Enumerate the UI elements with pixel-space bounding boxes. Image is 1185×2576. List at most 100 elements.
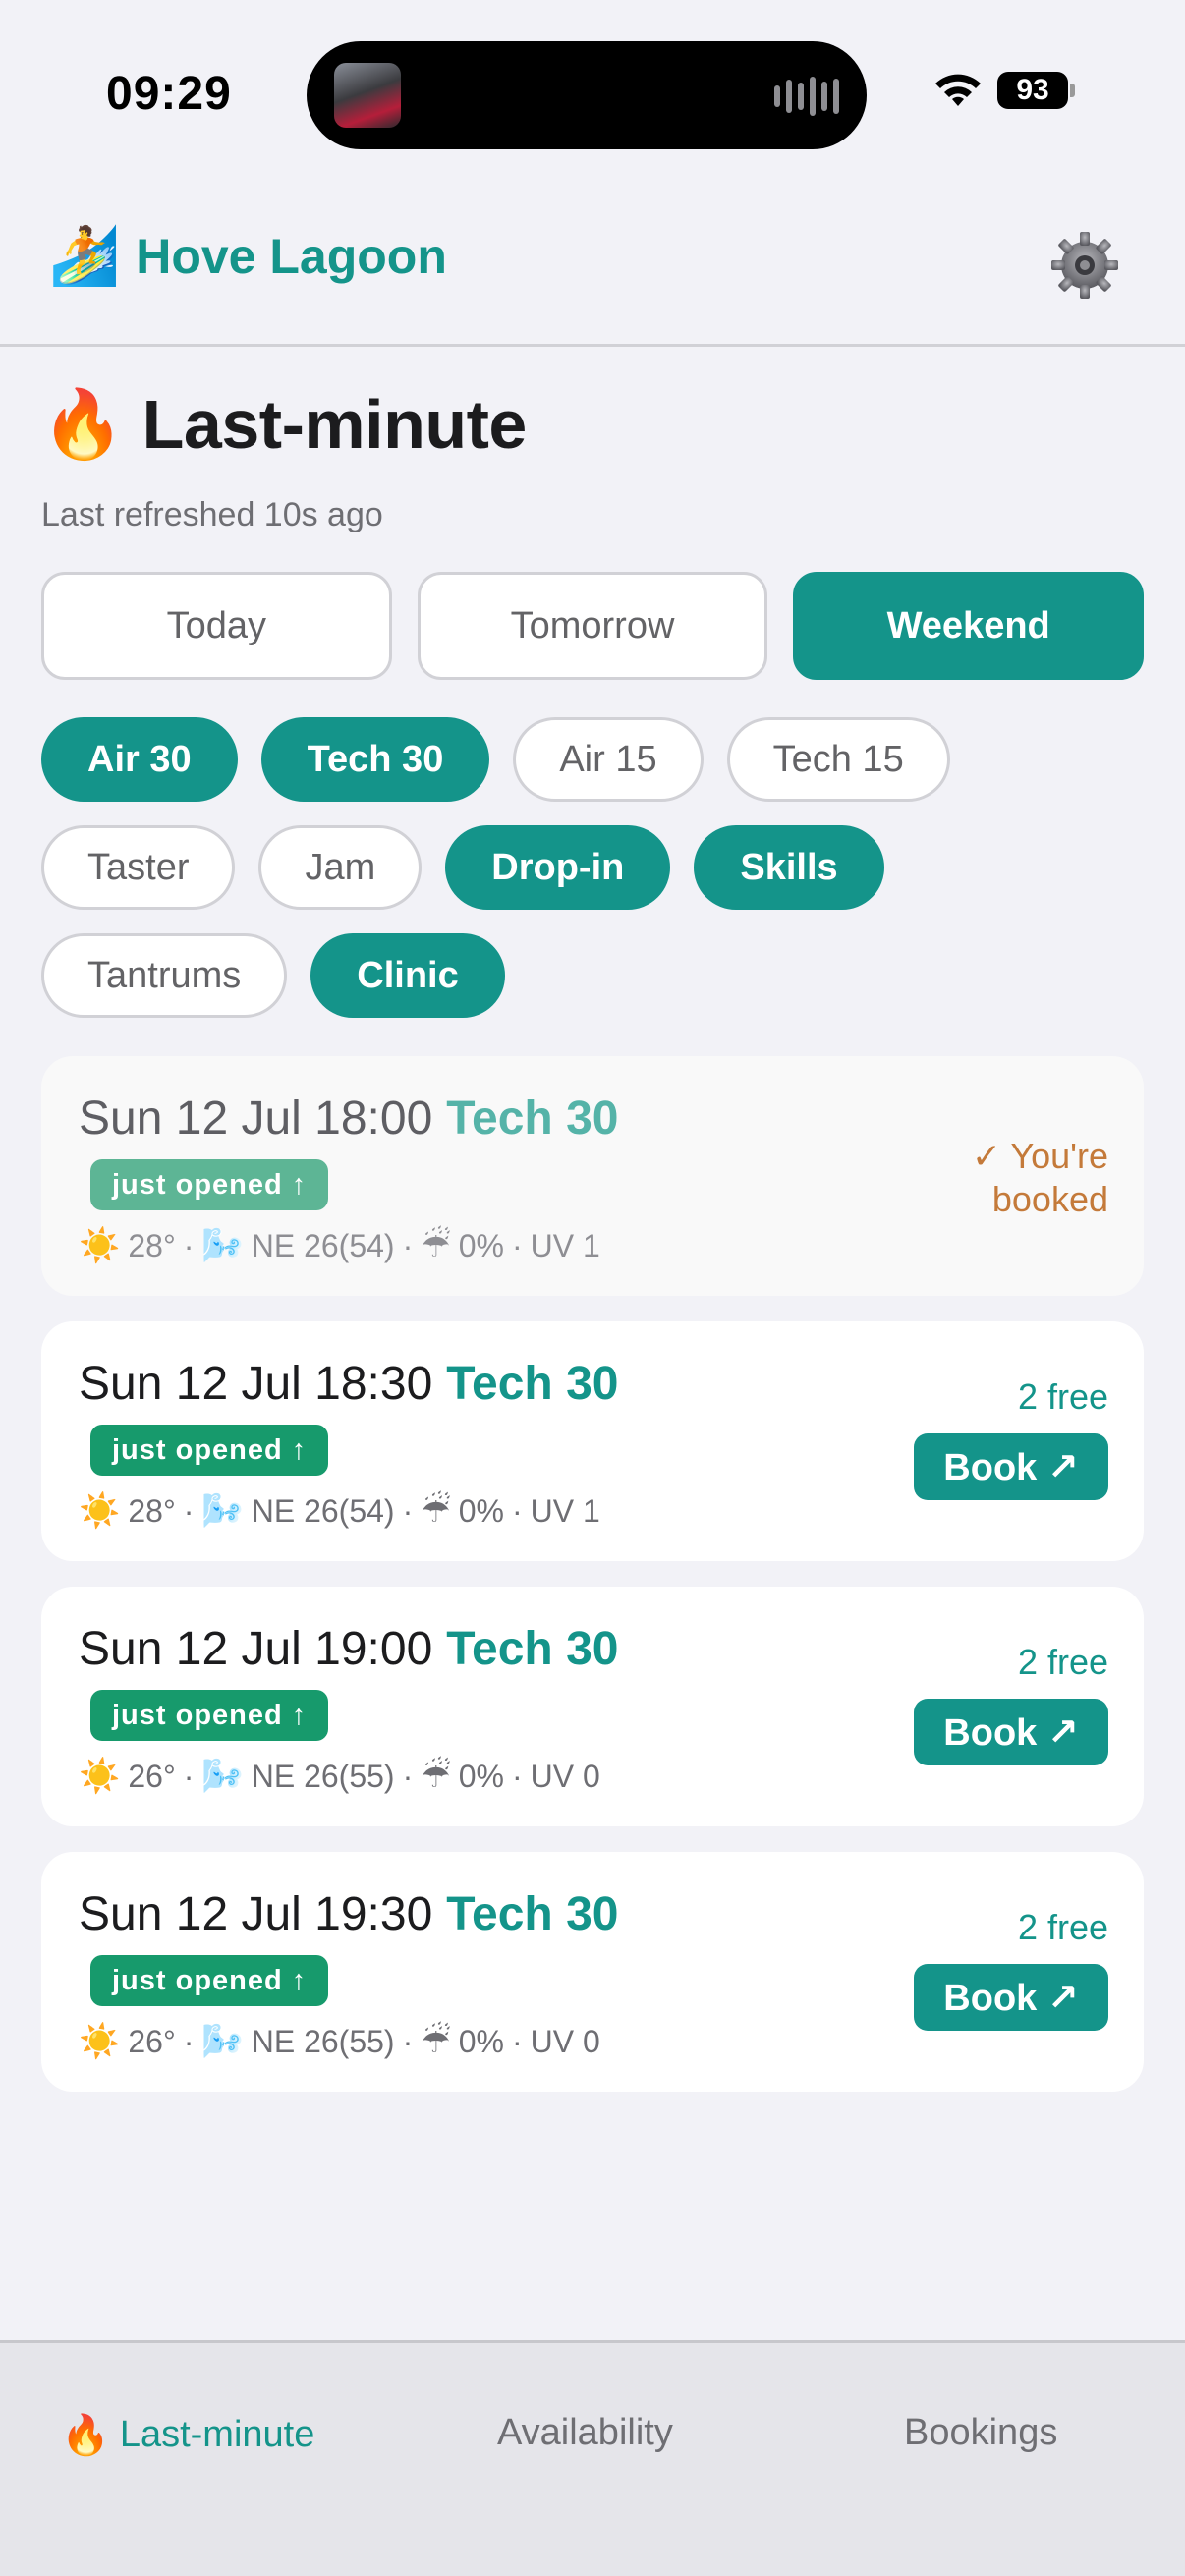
filter-chip-drop-in[interactable]: Drop-in [445, 825, 671, 910]
filter-chip-tech-15[interactable]: Tech 15 [726, 717, 950, 802]
session-type: Tech 30 [446, 1623, 619, 1675]
uv-index: UV 0 [530, 1758, 600, 1794]
session-list: Sun 12 Jul 18:00 Tech 30 just opened ↑ ☀… [41, 1056, 1144, 2092]
rain-chance: 0% [458, 1758, 504, 1794]
session-type: Tech 30 [446, 1358, 619, 1410]
tab-label: Bookings [904, 2412, 1058, 2453]
filter-chip-air-30[interactable]: Air 30 [41, 717, 238, 802]
day-tab-weekend[interactable]: Weekend [793, 572, 1145, 680]
tab-bookings[interactable]: Bookings [904, 2412, 1057, 2454]
tab-availability[interactable]: Availability [497, 2412, 673, 2454]
filter-chip-taster[interactable]: Taster [41, 825, 236, 910]
now-playing-artwork [334, 63, 401, 128]
session-type-filters: Air 30 Tech 30 Air 15 Tech 15 Taster Jam… [41, 717, 1144, 1018]
gear-icon[interactable] [1047, 228, 1122, 303]
fire-icon: 🔥 [61, 2414, 110, 2457]
book-button[interactable]: Book ↗ [914, 1699, 1108, 1765]
temperature: 26° [128, 2023, 176, 2059]
separator: · [183, 1492, 195, 1529]
session-datetime: Sun 12 Jul 19:00 [79, 1623, 433, 1675]
booked-status: ✓ You're booked [972, 1135, 1108, 1221]
uv-index: UV 1 [530, 1492, 600, 1529]
day-tab-today[interactable]: Today [41, 572, 392, 680]
surfer-icon: 🏄 [49, 224, 121, 288]
session-card[interactable]: Sun 12 Jul 18:00 Tech 30 just opened ↑ ☀… [41, 1056, 1144, 1296]
audio-waveform-icon [774, 77, 839, 116]
sun-icon: ☀️ [79, 1758, 121, 1795]
brand[interactable]: 🏄 Hove Lagoon [49, 228, 447, 285]
separator: · [183, 1227, 195, 1263]
status-indicators: 93 [932, 71, 1075, 110]
umbrella-icon: ☔ [421, 1492, 451, 1530]
just-opened-badge: just opened ↑ [90, 1955, 329, 2006]
session-card[interactable]: Sun 12 Jul 19:00 Tech 30 just opened ↑ ☀… [41, 1587, 1144, 1826]
separator: · [402, 2023, 414, 2059]
battery-indicator: 93 [997, 72, 1068, 109]
separator: · [183, 2023, 195, 2059]
separator: · [402, 1492, 414, 1529]
session-datetime: Sun 12 Jul 18:30 [79, 1358, 433, 1410]
status-time: 09:29 [106, 68, 232, 120]
tab-label: Availability [497, 2412, 673, 2453]
sun-icon: ☀️ [79, 2023, 121, 2060]
rain-chance: 0% [458, 2023, 504, 2059]
wifi-icon [935, 74, 981, 106]
filter-chip-skills[interactable]: Skills [694, 825, 884, 910]
brand-name: Hove Lagoon [136, 229, 447, 284]
uv-index: UV 1 [530, 1227, 600, 1263]
free-spots: 2 free [1017, 1907, 1108, 1947]
rain-chance: 0% [458, 1492, 504, 1529]
separator: · [402, 1227, 414, 1263]
wind: NE 26(54) [251, 1227, 395, 1263]
app-header: 🏄 Hove Lagoon [0, 187, 1185, 347]
tab-label: Last-minute [119, 2414, 315, 2455]
book-button[interactable]: Book ↗ [914, 1433, 1108, 1500]
temperature: 28° [128, 1492, 176, 1529]
dynamic-island[interactable] [307, 41, 867, 149]
session-actions: 2 free Book ↗ [914, 1642, 1108, 1765]
wind-icon: 🌬️ [201, 1758, 244, 1795]
filter-chip-tech-30[interactable]: Tech 30 [260, 717, 490, 802]
sun-icon: ☀️ [79, 1492, 121, 1530]
wind: NE 26(54) [251, 1492, 395, 1529]
umbrella-icon: ☔ [421, 1758, 451, 1795]
just-opened-badge: just opened ↑ [90, 1159, 329, 1210]
rain-chance: 0% [458, 1227, 504, 1263]
separator: · [511, 1227, 523, 1263]
session-datetime: Sun 12 Jul 18:00 [79, 1092, 433, 1145]
separator: · [511, 1758, 523, 1794]
tab-last-minute[interactable]: 🔥 Last-minute [61, 2412, 314, 2458]
free-spots: 2 free [1017, 1642, 1108, 1682]
day-segmented-control: Today Tomorrow Weekend [41, 572, 1145, 680]
filter-chip-clinic[interactable]: Clinic [310, 933, 505, 1018]
booked-status-line2: booked [991, 1179, 1108, 1219]
session-datetime: Sun 12 Jul 19:30 [79, 1888, 433, 1940]
session-card[interactable]: Sun 12 Jul 19:30 Tech 30 just opened ↑ ☀… [41, 1852, 1144, 2092]
fire-icon: 🔥 [41, 387, 125, 462]
wind: NE 26(55) [251, 2023, 395, 2059]
status-bar: 09:29 93 [0, 0, 1185, 187]
filter-chip-tantrums[interactable]: Tantrums [41, 933, 288, 1018]
separator: · [511, 2023, 523, 2059]
session-title: Sun 12 Jul 18:00 Tech 30 [79, 1092, 1106, 1146]
wind-icon: 🌬️ [201, 2023, 244, 2060]
day-tab-tomorrow[interactable]: Tomorrow [417, 572, 768, 680]
session-actions: 2 free Book ↗ [914, 1907, 1108, 2031]
sun-icon: ☀️ [79, 1227, 121, 1264]
battery-tip [1070, 84, 1075, 97]
booked-status-line1: ✓ You're [971, 1136, 1108, 1176]
filter-chip-jam[interactable]: Jam [258, 825, 423, 910]
separator: · [183, 1758, 195, 1794]
session-actions: 2 free Book ↗ [914, 1376, 1108, 1500]
wind: NE 26(55) [251, 1758, 395, 1794]
bottom-tab-bar: 🔥 Last-minute Availability Bookings [0, 2340, 1185, 2576]
filter-chip-air-15[interactable]: Air 15 [513, 717, 704, 802]
book-button[interactable]: Book ↗ [914, 1964, 1108, 2031]
just-opened-badge: just opened ↑ [90, 1690, 329, 1741]
wind-icon: 🌬️ [201, 1492, 244, 1530]
wind-icon: 🌬️ [201, 1227, 244, 1264]
umbrella-icon: ☔ [421, 1227, 451, 1264]
session-card[interactable]: Sun 12 Jul 18:30 Tech 30 just opened ↑ ☀… [41, 1321, 1144, 1561]
page-title: 🔥 Last-minute [41, 385, 527, 464]
temperature: 26° [128, 1758, 176, 1794]
